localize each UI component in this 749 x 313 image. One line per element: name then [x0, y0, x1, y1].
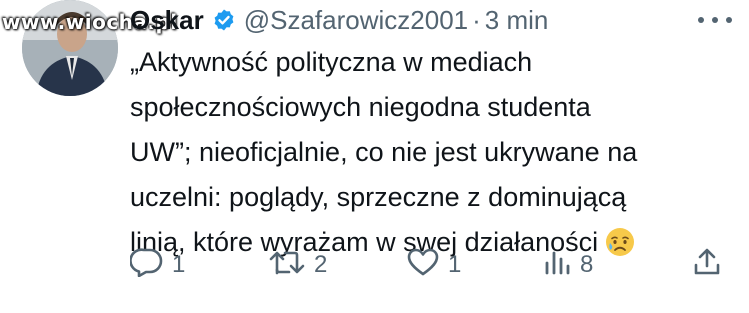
reply-count: 1	[172, 251, 186, 278]
tweet-text: „Aktywność polityczna w mediach społeczn…	[130, 40, 740, 265]
like-count: 1	[448, 251, 462, 278]
retweet-count: 2	[314, 251, 328, 278]
share-icon	[692, 247, 722, 284]
verified-badge-icon	[212, 8, 236, 32]
tweet-header: Oskar @Szafarowicz2001 · 3 min	[130, 3, 548, 37]
tweet-text-line: UW”; nieoficjalnie, co nie jest ukrywane…	[130, 137, 638, 167]
views-count: 8	[580, 251, 594, 278]
heart-icon	[406, 247, 440, 284]
timestamp[interactable]: 3 min	[485, 5, 549, 36]
reply-button[interactable]: 1	[129, 247, 186, 284]
tweet-text-line: „Aktywność polityczna w mediach	[130, 47, 533, 77]
more-icon[interactable]	[698, 8, 732, 32]
tweet: www.wiocha.pl Oskar @Szafarowicz2001 · 3…	[0, 0, 749, 313]
reply-icon	[129, 247, 164, 284]
retweet-icon	[268, 247, 306, 284]
views-bar-chart-icon	[542, 247, 572, 284]
tweet-text-line: społecznościowych niegodna studenta	[130, 92, 591, 122]
share-button[interactable]	[692, 248, 722, 282]
author-handle[interactable]: @Szafarowicz2001	[244, 5, 468, 36]
separator: ·	[472, 4, 481, 35]
author-name[interactable]: Oskar	[130, 5, 204, 36]
action-bar: 1 2 1 8	[129, 247, 730, 284]
views-button[interactable]: 8	[542, 248, 593, 282]
retweet-button[interactable]: 2	[268, 248, 327, 282]
tweet-text-line: uczelni: poglądy, sprzeczne z dominującą	[130, 182, 627, 212]
like-button[interactable]: 1	[406, 248, 461, 282]
